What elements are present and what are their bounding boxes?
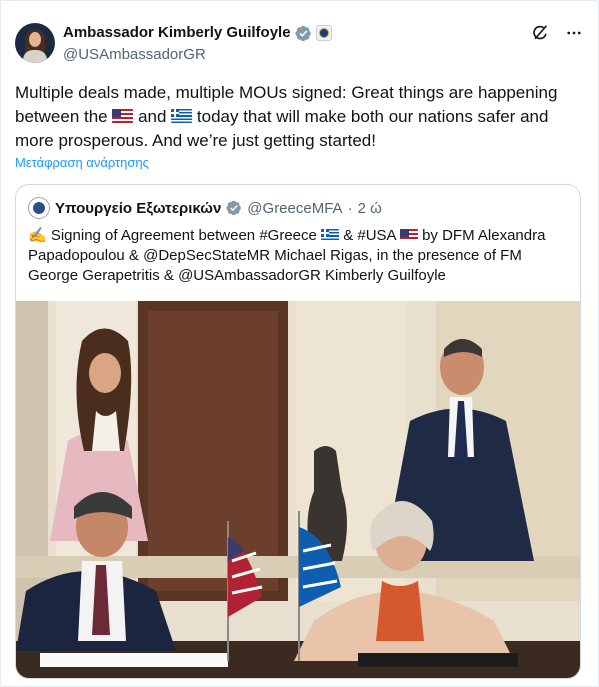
post-header: Ambassador Kimberly Guilfoyle @USAmbassa…	[15, 23, 584, 67]
post-card: Ambassador Kimberly Guilfoyle @USAmbassa…	[0, 0, 599, 687]
quoted-display-name: Υπουργείο Εξωτερικών	[55, 199, 222, 217]
quoted-text-part: & #USA	[339, 227, 400, 244]
post-text: Multiple deals made, multiple MOUs signe…	[15, 81, 585, 153]
verified-badge-icon[interactable]	[295, 25, 312, 42]
header-actions	[530, 23, 584, 43]
quoted-text: ✍️ Signing of Agreement between #Greece …	[28, 226, 568, 286]
quoted-post[interactable]: Υπουργείο Εξωτερικών @GreeceMFA · 2 ώ ✍️…	[15, 184, 581, 679]
quoted-post-header: Υπουργείο Εξωτερικών @GreeceMFA · 2 ώ	[28, 197, 382, 219]
greek-flag-icon	[321, 229, 340, 241]
translate-post-link[interactable]: Μετάφραση ανάρτησης	[15, 155, 149, 170]
quoted-handle: @GreeceMFA	[247, 199, 343, 217]
greek-flag-icon	[171, 109, 193, 123]
grok-icon[interactable]	[530, 23, 550, 43]
author-info: Ambassador Kimberly Guilfoyle @USAmbassa…	[63, 23, 332, 65]
signing-ceremony-photo	[16, 301, 580, 678]
author-name-row: Ambassador Kimberly Guilfoyle	[63, 23, 332, 43]
gov-seal-icon[interactable]	[315, 25, 332, 41]
more-icon[interactable]	[564, 23, 584, 43]
author-handle[interactable]: @USAmbassadorGR	[63, 45, 332, 65]
us-flag-icon	[112, 109, 134, 123]
separator-dot: ·	[347, 199, 353, 217]
author-display-name[interactable]: Ambassador Kimberly Guilfoyle	[63, 23, 291, 43]
us-flag-icon	[399, 229, 418, 241]
verified-badge-icon	[226, 200, 242, 216]
quoted-timestamp: 2 ώ	[357, 199, 382, 217]
quoted-photo[interactable]	[16, 301, 580, 678]
post-text-part: and	[133, 107, 172, 126]
avatar[interactable]	[15, 23, 55, 63]
quoted-text-part: ✍️ Signing of Agreement between #Greece	[28, 227, 322, 244]
quoted-avatar	[28, 197, 50, 219]
